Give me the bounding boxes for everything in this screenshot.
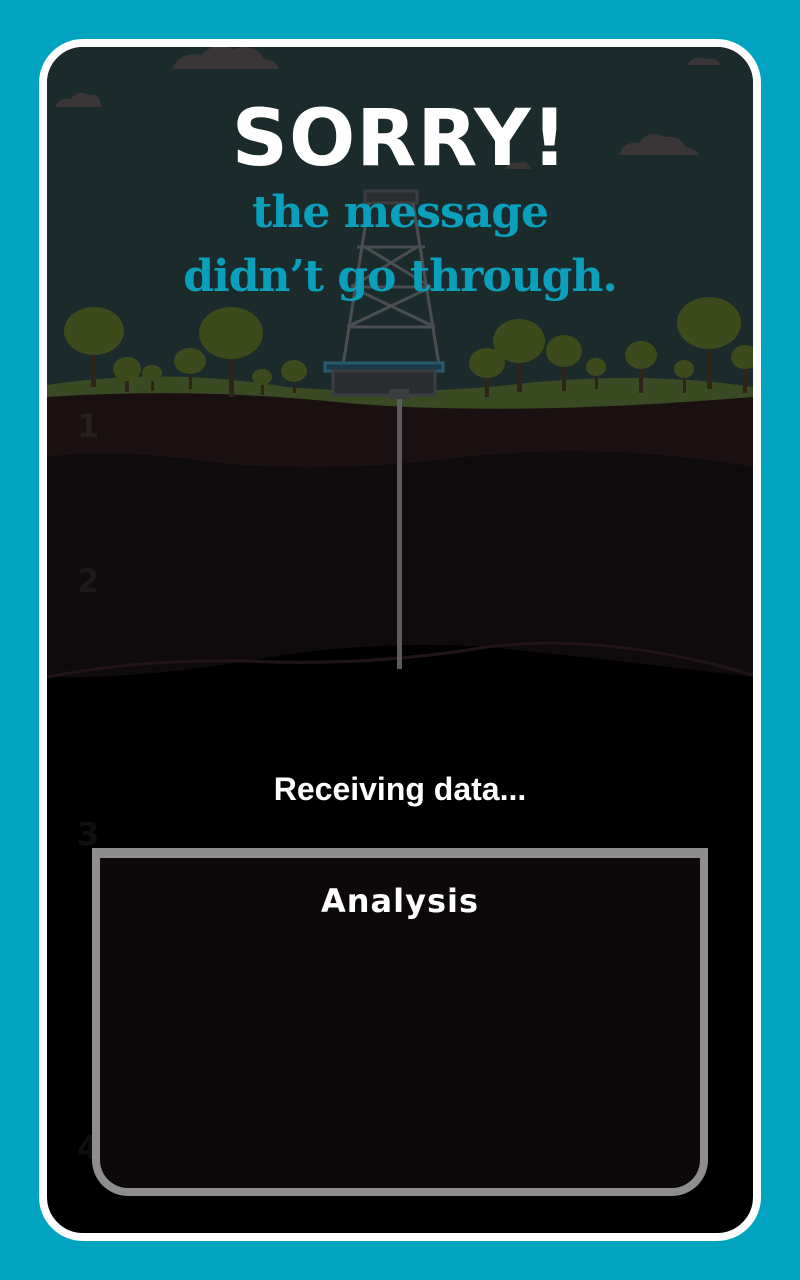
analysis-title: Analysis [320, 882, 480, 920]
error-title: SORRY! [231, 94, 569, 184]
receiving-data-status: Receiving data... [273, 771, 527, 807]
error-subtitle-line-1: the message [252, 187, 549, 238]
drill-pipe-icon [397, 399, 402, 669]
error-subtitle-line-2: didn’t go through. [183, 251, 618, 302]
layer-number-2: 2 [77, 562, 100, 600]
layer-number-1: 1 [77, 407, 100, 445]
game-frame: SORRY! the message didn’t go through. 1 … [39, 39, 761, 1241]
error-message: SORRY! the message didn’t go through. [47, 97, 753, 309]
analysis-content [120, 938, 680, 1168]
analysis-panel: Analysis [92, 848, 708, 1196]
